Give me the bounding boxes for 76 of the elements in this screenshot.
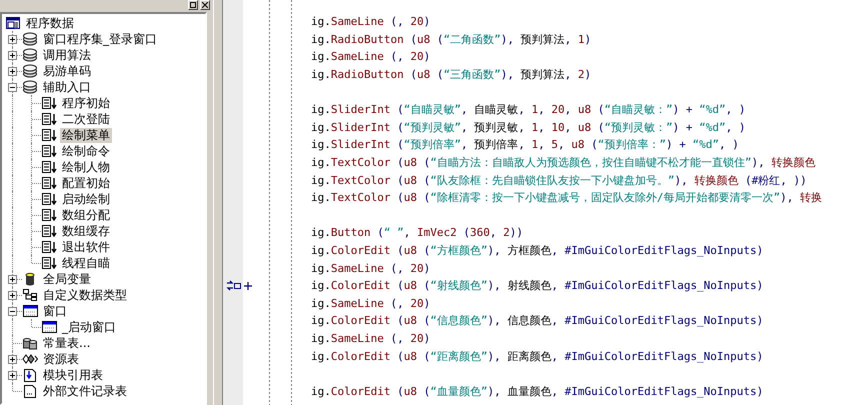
- code-line: ig.TextColor (u8 (“除框清零：按一下小键盘减号，固定队友除外/每局开始都要清零一次”), 转换: [311, 190, 822, 206]
- code-line: ig.Button (“ ”, ImVec2 (360, 2)): [311, 226, 523, 240]
- page-icon: [22, 384, 38, 398]
- tree-item[interactable]: 全局变量: [41, 272, 93, 286]
- code-line: ig.RadioButton (u8 (“三角函数”), 预判算法, 2): [311, 67, 592, 82]
- code-line: ig.RadioButton (u8 (“二角函数”), 预判算法, 1): [311, 32, 592, 47]
- code-line: ig.ColorEdit (u8 (“血量颜色”), 血量颜色, #ImGuiColorEditFlags_NoInputs): [311, 384, 764, 399]
- tree-item[interactable]: 绘制命令: [60, 144, 112, 158]
- list-arrow-icon: [41, 176, 57, 190]
- pane-pin-button[interactable]: [188, 0, 198, 10]
- window-icon: [22, 304, 38, 318]
- expand-toggle[interactable]: [8, 291, 17, 300]
- code-line: ig.SliderInt (“自瞄灵敏”, 自瞄灵敏, 1, 20, u8 (“自瞄灵敏：”) + “%d”, ): [311, 102, 746, 118]
- tree-item[interactable]: 自定义数据类型: [41, 288, 129, 302]
- stacked-disks-icon: [22, 32, 38, 46]
- code-line: ig.TextColor (u8 (“队友除框：先自瞄锁住队友按一下小键盘加号。”), 转换颜色 (#粉红, )): [311, 172, 807, 188]
- list-arrow-icon: [41, 96, 57, 110]
- program-window-icon: [5, 16, 21, 30]
- stacked-disks-icon: [22, 48, 38, 62]
- tree-item[interactable]: 退出软件: [60, 240, 112, 254]
- code-line: ig.SliderInt (“预判灵敏”, 预判灵敏, 1, 10, u8 (“预判灵敏：”) + “%d”, ): [311, 120, 746, 135]
- tree-item[interactable]: 常量表...: [41, 336, 92, 350]
- expand-toggle[interactable]: [8, 67, 17, 76]
- list-arrow-icon: [41, 256, 57, 270]
- code-line: ig.SameLine (, 20): [311, 50, 430, 64]
- stacked-disks-icon: [22, 64, 38, 78]
- window-icon: [41, 320, 57, 334]
- code-line: ig.SameLine (, 20): [311, 332, 430, 345]
- list-arrow-icon: [41, 208, 57, 222]
- code-line: ig.SameLine (, 20): [311, 262, 430, 275]
- code-line: ig.ColorEdit (u8 (“信息颜色”), 信息颜色, #ImGuiColorEditFlags_NoInputs): [311, 313, 764, 328]
- stacked-disks-icon: [22, 80, 38, 94]
- list-arrow-icon: [41, 192, 57, 206]
- collapse-toggle[interactable]: [8, 83, 17, 92]
- code-line: ig.ColorEdit (u8 (“射线颜色”), 射线颜色, #ImGuiColorEditFlags_NoInputs): [311, 278, 764, 294]
- tree-item[interactable]: 外部文件记录表: [41, 384, 129, 398]
- tree-item[interactable]: 调用算法: [41, 48, 93, 62]
- expand-toggle[interactable]: [8, 355, 17, 364]
- expand-toggle[interactable]: [8, 371, 17, 380]
- tree-item[interactable]: 窗口: [41, 304, 69, 318]
- list-arrow-icon: [41, 128, 57, 142]
- code-line: ig.ColorEdit (u8 (“距离颜色”), 距离颜色, #ImGuiColorEditFlags_NoInputs): [311, 348, 764, 364]
- pane-close-button[interactable]: [200, 0, 210, 10]
- tree-item[interactable]: 模块引用表: [41, 368, 105, 382]
- tree-item[interactable]: 程序数据: [24, 16, 76, 30]
- expand-toggle[interactable]: [8, 35, 17, 44]
- list-arrow-icon: [41, 240, 57, 254]
- collapse-toggle[interactable]: [8, 307, 17, 316]
- tree-item[interactable]: 辅助入口: [41, 80, 93, 94]
- list-arrow-icon: [41, 144, 57, 158]
- tree-item[interactable]: 绘制菜单: [60, 128, 112, 142]
- tree-item[interactable]: 二次登陆: [60, 112, 112, 126]
- tree-item[interactable]: 配置初始: [60, 176, 112, 190]
- tree-item[interactable]: 启动绘制: [60, 192, 112, 206]
- tree-item[interactable]: 程序初始: [60, 96, 112, 110]
- tree-item[interactable]: 绘制人物: [60, 160, 112, 174]
- tree-item[interactable]: 线程自瞄: [60, 256, 112, 270]
- tree-item[interactable]: _启动窗口: [60, 320, 118, 334]
- code-line: ig.SliderInt (“预判倍率”, 预判倍率, 1, 5, u8 (“预判倍率：”) + “%d”, ): [311, 137, 739, 152]
- code-editor[interactable]: [243, 0, 852, 405]
- list-arrow-icon: [41, 112, 57, 126]
- code-line: ig.SameLine (, 20): [311, 15, 430, 28]
- code-line: ig.TextColor (u8 (“自瞄方法：自瞄敌人为预选颜色，按住自瞄键不松才能一直锁住”), 转换颜色: [311, 155, 816, 170]
- tree-item[interactable]: 数组缓存: [60, 224, 112, 238]
- list-arrow-icon: [41, 224, 57, 238]
- tree-item[interactable]: 窗口程序集_登录窗口: [41, 32, 159, 46]
- expand-toggle[interactable]: [8, 275, 17, 284]
- expand-toggle[interactable]: [8, 51, 17, 60]
- list-arrow-icon: [41, 160, 57, 174]
- page-arrow-icon: [22, 368, 38, 382]
- tree-item[interactable]: 易游单码: [41, 64, 93, 78]
- tree-item[interactable]: 数组分配: [60, 208, 112, 222]
- diagram-icon: [22, 288, 38, 302]
- tree-item[interactable]: 资源表: [41, 352, 81, 366]
- code-line: ig.ColorEdit (u8 (“方框颜色”), 方框颜色, #ImGuiColorEditFlags_NoInputs): [311, 243, 764, 258]
- code-line: ig.SameLine (, 20): [311, 296, 430, 310]
